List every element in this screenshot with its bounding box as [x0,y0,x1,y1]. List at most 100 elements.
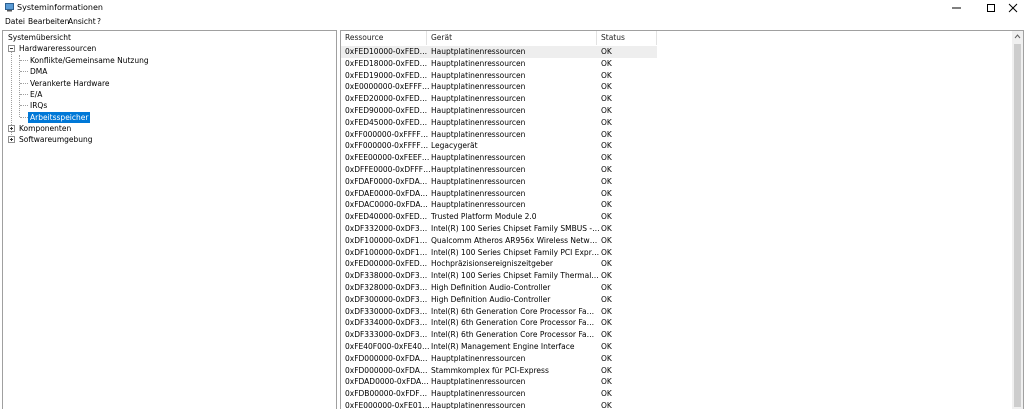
tree-item-software-environment[interactable]: Softwareumgebung [17,134,95,145]
table-row[interactable]: 0xDF332000-0xDF3320...Intel(R) 100 Serie… [341,223,657,235]
tree-item-io[interactable]: E/A [28,89,44,100]
table-row[interactable]: 0xFDB00000-0xFDFFFFFFHauptplatinenressou… [341,388,657,400]
table-row[interactable]: 0xFED10000-0xFED17FFFHauptplatinenressou… [341,46,657,58]
tree-item-label: Systemübersicht [8,33,71,42]
cell-device: Hauptplatinenressourcen [431,117,526,127]
cell-status: OK [601,117,612,127]
table-row[interactable]: 0xFED18000-0xFED18FFFHauptplatinenressou… [341,58,657,70]
menu-bar: Datei Bearbeiten Ansicht ? [0,16,1024,28]
table-row[interactable]: 0xFF000000-0xFFFFFFFF Hauptplatinenressou… [341,129,657,141]
cell-status: OK [601,401,612,409]
cell-status: OK [601,153,612,163]
tree-item-system-summary[interactable]: Systemübersicht [6,32,73,43]
table-row[interactable]: 0xE0000000-0xEFFFFFFF Hauptplatinenressou… [341,81,657,93]
tree-connector [20,117,28,118]
table-row[interactable]: 0xFED19000-0xFED19FFFHauptplatinenressou… [341,70,657,82]
vertical-scrollbar[interactable] [1012,31,1023,409]
cell-resource: 0xFED10000-0xFED17FFF [345,47,431,56]
cell-status: OK [601,106,612,115]
table-row[interactable]: 0xDF328000-0xDF32BFFFHigh Definition Aud… [341,282,657,294]
cell-resource: 0xE0000000-0xEFFFFFFF [345,82,431,92]
cell-device: Intel(R) 100 Series Chipset Family PCI E… [431,247,600,257]
menu-file[interactable]: Datei [5,17,25,27]
cell-status: OK [601,200,612,210]
table-row[interactable]: 0xDF333000-0xDF3337...Intel(R) 6th Gener… [341,329,657,341]
table-row[interactable]: 0xFED45000-0xFED8FFFFHauptplatinenressou… [341,117,657,129]
cell-device: Hauptplatinenressourcen [431,353,526,363]
cell-device: Hauptplatinenressourcen [431,94,526,104]
cell-status: OK [601,212,612,222]
scroll-up-icon[interactable] [1012,31,1023,42]
cell-device: Qualcomm Atheros AR956x Wireless Network… [431,235,600,245]
table-row[interactable]: 0xDF100000-0xDF17FFFFIntel(R) 100 Series… [341,247,657,259]
collapse-icon[interactable] [8,45,15,52]
maximize-button[interactable] [974,0,1008,16]
menu-help[interactable]: ? [97,17,101,27]
tree-connector [20,94,28,95]
cell-resource: 0xFDAC0000-0xFDACFF... [345,200,431,210]
table-row[interactable]: 0xFED00000-0xFED003...Hochpräzisionserei… [341,258,657,270]
title-bar: Systeminformationen [0,0,1024,16]
table-row[interactable]: 0xDFFE0000-0xDFFFFFFF Hauptplatinenressou… [341,164,657,176]
table-row[interactable]: 0xFF000000-0xFFFFFFFF Legacygerät OK [341,140,657,152]
expand-icon[interactable] [8,136,15,143]
cell-status: OK [601,70,612,80]
tree-item-label: Hardwareressourcen [19,44,97,53]
tree-item-dma[interactable]: DMA [28,66,49,77]
close-icon [1008,3,1018,13]
cell-device: Hauptplatinenressourcen [431,165,526,174]
system-info-icon [5,3,14,12]
category-tree[interactable]: Systemübersicht Hardwareressourcen Konfl… [2,30,337,409]
cell-resource: 0xFED90000-0xFED93FFF [345,106,431,115]
cell-device: Intel(R) 100 Series Chipset Family Therm… [431,271,600,281]
table-row[interactable]: 0xDF338000-0xDF338FFFIntel(R) 100 Series… [341,270,657,282]
scrollbar-thumb[interactable] [1014,44,1021,407]
cell-status: OK [601,283,612,292]
table-row[interactable]: 0xFD000000-0xFDABFFFFStammkomplex für PC… [341,365,657,377]
table-row[interactable]: 0xDF100000-0xDF17FFFFQualcomm Atheros AR… [341,235,657,247]
cell-device: Intel(R) 6th Generation Core Processor F… [431,330,600,340]
table-row[interactable]: 0xFDAC0000-0xFDACFF... Hauptplatinenresso… [341,199,657,211]
table-row[interactable]: 0xFED40000-0xFED408...Trusted Platform M… [341,211,657,223]
table-row[interactable]: 0xFE40F000-0xFE40FFFF Intel(R) Management… [341,341,657,353]
tree-item-memory[interactable]: Arbeitsspeicher [28,112,91,123]
table-row[interactable]: 0xFE000000-0xFE01FFFF Hauptplatinenressou… [341,400,657,409]
table-row[interactable]: 0xFED20000-0xFED3FFFFHauptplatinenressou… [341,93,657,105]
cell-resource: 0xFE40F000-0xFE40FFFF [345,342,431,351]
details-list[interactable]: Ressource Gerät Status 0xFED10000-0xFED1… [340,30,1024,409]
cell-status: OK [601,330,612,340]
tree-item-label: Komponenten [19,124,72,133]
list-header: Ressource Gerät Status [341,31,661,45]
cell-device: Trusted Platform Module 2.0 [431,212,537,222]
table-row[interactable]: 0xFDAD0000-0xFDADF... Hauptplatinenressou… [341,376,657,388]
menu-view[interactable]: Ansicht [68,17,96,27]
table-row[interactable]: 0xDF300000-0xDF30FFFFHigh Definition Aud… [341,294,657,306]
tree-item-label: DMA [30,67,48,76]
tree-item-irqs[interactable]: IRQs [28,100,49,111]
cell-resource: 0xDF330000-0xDF331FFF [345,306,431,316]
table-row[interactable]: 0xFD000000-0xFDABFFFFHauptplatinenressou… [341,353,657,365]
column-header-resource[interactable]: Ressource [341,31,427,45]
table-row[interactable]: 0xFEE00000-0xFEEFFFFF Hauptplatinenressou… [341,152,657,164]
cell-status: OK [601,94,612,104]
cell-device: Intel(R) 6th Generation Core Processor F… [431,318,600,328]
column-header-status[interactable]: Status [597,31,657,45]
tree-item-conflicts[interactable]: Konflikte/Gemeinsame Nutzung [28,55,151,66]
menu-edit[interactable]: Bearbeiten [28,17,69,27]
table-row[interactable]: 0xFED90000-0xFED93FFFHauptplatinenressou… [341,105,657,117]
cell-device: Hochpräzisionsereigniszeitgeber [431,259,553,269]
minimize-button[interactable] [940,0,974,16]
table-row[interactable]: 0xFDAF0000-0xFDAFFFFFHauptplatinenressou… [341,176,657,188]
tree-item-forced-hardware[interactable]: Verankerte Hardware [28,78,112,89]
expand-icon[interactable] [8,125,15,132]
cell-resource: 0xFE000000-0xFE01FFFF [345,401,431,409]
close-button[interactable] [1004,0,1024,16]
cell-status: OK [601,259,612,269]
tree-item-components[interactable]: Komponenten [17,123,73,134]
table-row[interactable]: 0xDF334000-0xDF3340...Intel(R) 6th Gener… [341,317,657,329]
column-header-device[interactable]: Gerät [427,31,597,45]
table-row[interactable]: 0xFDAE0000-0xFDAEFF... Hauptplatinenresso… [341,188,657,200]
cell-resource: 0xFED40000-0xFED408... [345,212,431,222]
tree-item-hardware-resources[interactable]: Hardwareressourcen [17,43,98,54]
table-row[interactable]: 0xDF330000-0xDF331FFFIntel(R) 6th Genera… [341,306,657,318]
